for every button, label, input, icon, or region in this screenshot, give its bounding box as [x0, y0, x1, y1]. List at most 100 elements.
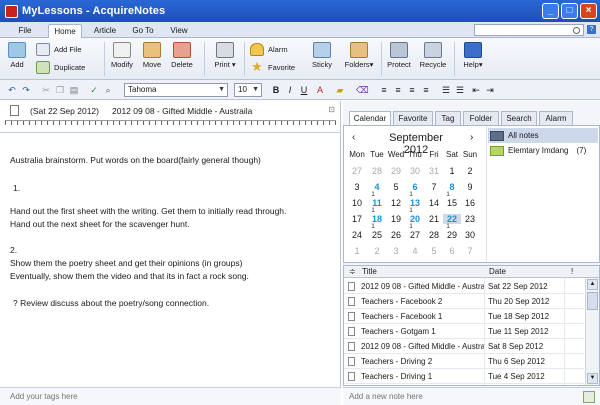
folders-button[interactable]: Folders▾ [340, 42, 378, 69]
calendar-day[interactable]: 13 [406, 198, 424, 208]
calendar-day[interactable]: 22 [443, 214, 461, 224]
move-button[interactable]: Move [140, 42, 164, 69]
calendar-day[interactable]: 18 [368, 214, 386, 224]
table-row[interactable]: Teachers - Gotgam 1 Tue 11 Sep 2012 [344, 324, 584, 339]
search-icon[interactable] [573, 27, 580, 34]
calendar-day[interactable]: 5 [425, 246, 443, 256]
calendar-day[interactable]: 1 [443, 166, 461, 176]
undo-icon[interactable]: ↶ [6, 84, 18, 96]
help-button[interactable]: Help▾ [460, 42, 486, 69]
align-center-icon[interactable]: ≡ [392, 84, 404, 96]
tab-view[interactable]: View [166, 24, 192, 38]
print-button[interactable]: Print ▾ [208, 42, 242, 69]
list-scrollbar[interactable]: ▲ ▼ [585, 278, 599, 385]
calendar-day[interactable]: 20 [406, 214, 424, 224]
calendar-day[interactable]: 19 [387, 214, 405, 224]
calendar-day[interactable]: 24 [348, 230, 366, 240]
favorite-button[interactable]: ★ Favorite [250, 60, 295, 74]
calendar-day[interactable]: 1 [348, 246, 366, 256]
paste-icon[interactable]: ▤ [68, 84, 80, 96]
calendar-day[interactable]: 6 [406, 182, 424, 192]
scroll-up-icon[interactable]: ▲ [587, 279, 598, 290]
tags-input[interactable] [10, 392, 310, 401]
prev-month-button[interactable]: ‹ [352, 132, 355, 143]
calendar-day[interactable]: 3 [387, 246, 405, 256]
bold-icon[interactable]: B [270, 84, 282, 96]
outdent-icon[interactable]: ⇤ [470, 84, 482, 96]
sort-icon[interactable]: ≑ [349, 267, 356, 276]
notebook-all-notes[interactable]: All notes [488, 128, 598, 143]
font-color-icon[interactable]: A [314, 84, 326, 96]
calendar-day[interactable]: 30 [461, 230, 479, 240]
calendar-day[interactable]: 7 [425, 182, 443, 192]
close-button[interactable]: × [580, 3, 597, 19]
tab-search[interactable]: Search [501, 111, 537, 125]
next-month-button[interactable]: › [470, 132, 473, 143]
calendar-day[interactable]: 8 [443, 182, 461, 192]
calendar-day[interactable]: 28 [425, 230, 443, 240]
table-row[interactable]: Teachers - Facebook 2 Thu 20 Sep 2012 [344, 294, 584, 309]
calendar-day[interactable]: 12 [387, 198, 405, 208]
help-icon[interactable]: ? [587, 25, 596, 34]
maximize-button[interactable]: □ [561, 3, 578, 19]
table-row[interactable]: 2012 09 08 - Gifted Middle - Austraila Sa… [344, 339, 584, 354]
calendar-day[interactable]: 2 [368, 246, 386, 256]
indent-icon[interactable]: ⇥ [484, 84, 496, 96]
font-size-select[interactable]: 10 ▼ [234, 83, 262, 97]
find-icon[interactable]: ⌕ [102, 84, 114, 96]
notebook-elemtary-imdang[interactable]: Elemtary Imdang (7) [488, 143, 598, 158]
note-editor[interactable]: (Sat 22 Sep 2012) 2012 09 08 - Gifted Mi… [0, 101, 341, 405]
tab-favorite[interactable]: Favorite [393, 111, 433, 125]
scroll-down-icon[interactable]: ▼ [587, 373, 598, 384]
calendar-day[interactable]: 16 [461, 198, 479, 208]
numbered-list-icon[interactable]: ☰ [440, 84, 452, 96]
clear-format-icon[interactable]: ⌫ [356, 84, 369, 96]
calendar-day[interactable]: 23 [461, 214, 479, 224]
align-right-icon[interactable]: ≡ [406, 84, 418, 96]
calendar-day[interactable]: 15 [443, 198, 461, 208]
protect-button[interactable]: Protect [384, 42, 414, 69]
calendar-day[interactable]: 3 [348, 182, 366, 192]
copy-icon[interactable]: ❐ [54, 84, 66, 96]
underline-icon[interactable]: U [298, 84, 310, 96]
modify-button[interactable]: Modify [108, 42, 136, 69]
calendar-day[interactable]: 4 [368, 182, 386, 192]
tab-folder[interactable]: Folder [463, 111, 499, 125]
calendar-day[interactable]: 27 [406, 230, 424, 240]
calendar-day[interactable]: 6 [443, 246, 461, 256]
calendar-day[interactable]: 10 [348, 198, 366, 208]
calendar-day[interactable]: 5 [387, 182, 405, 192]
tab-alarm[interactable]: Alarm [539, 111, 573, 125]
calendar-day[interactable]: 9 [461, 182, 479, 192]
tab-goto[interactable]: Go To [128, 24, 158, 38]
redo-icon[interactable]: ↷ [20, 84, 32, 96]
delete-button[interactable]: Delete [168, 42, 196, 69]
sticky-button[interactable]: Sticky [308, 42, 336, 69]
highlight-icon[interactable]: ▰ [334, 84, 346, 96]
search-input[interactable] [474, 24, 584, 36]
tab-file[interactable]: File [14, 24, 36, 38]
table-row[interactable]: Teachers - Driving 1 Tue 4 Sep 2012 [344, 369, 584, 384]
table-row[interactable]: Teachers - Driving 2 Thu 6 Sep 2012 [344, 354, 584, 369]
recycle-button[interactable]: Recycle [418, 42, 448, 69]
table-row[interactable]: 2012 09 08 - Gifted Middle - Austraila Sa… [344, 279, 584, 294]
calendar-day[interactable]: 14 [425, 198, 443, 208]
calendar-day[interactable]: 7 [461, 246, 479, 256]
calendar-day[interactable]: 25 [368, 230, 386, 240]
add-file-button[interactable]: Add File [36, 43, 82, 56]
calendar-day[interactable]: 31 [425, 166, 443, 176]
calendar-day[interactable]: 11 [368, 198, 386, 208]
tab-tag[interactable]: Tag [435, 111, 461, 125]
align-left-icon[interactable]: ≡ [378, 84, 390, 96]
add-button[interactable]: Add [4, 42, 30, 69]
tab-article[interactable]: Article [90, 24, 120, 38]
ruler[interactable] [5, 120, 336, 130]
column-title[interactable]: Title [362, 267, 377, 276]
calendar-day[interactable]: 2 [461, 166, 479, 176]
minimize-button[interactable]: _ [542, 3, 559, 19]
calendar-day[interactable]: 17 [348, 214, 366, 224]
calendar-day[interactable]: 29 [387, 166, 405, 176]
table-row[interactable]: Teachers - Facebook 1 Tue 18 Sep 2012 [344, 309, 584, 324]
calendar-day[interactable]: 30 [406, 166, 424, 176]
add-note-input[interactable] [349, 392, 569, 401]
